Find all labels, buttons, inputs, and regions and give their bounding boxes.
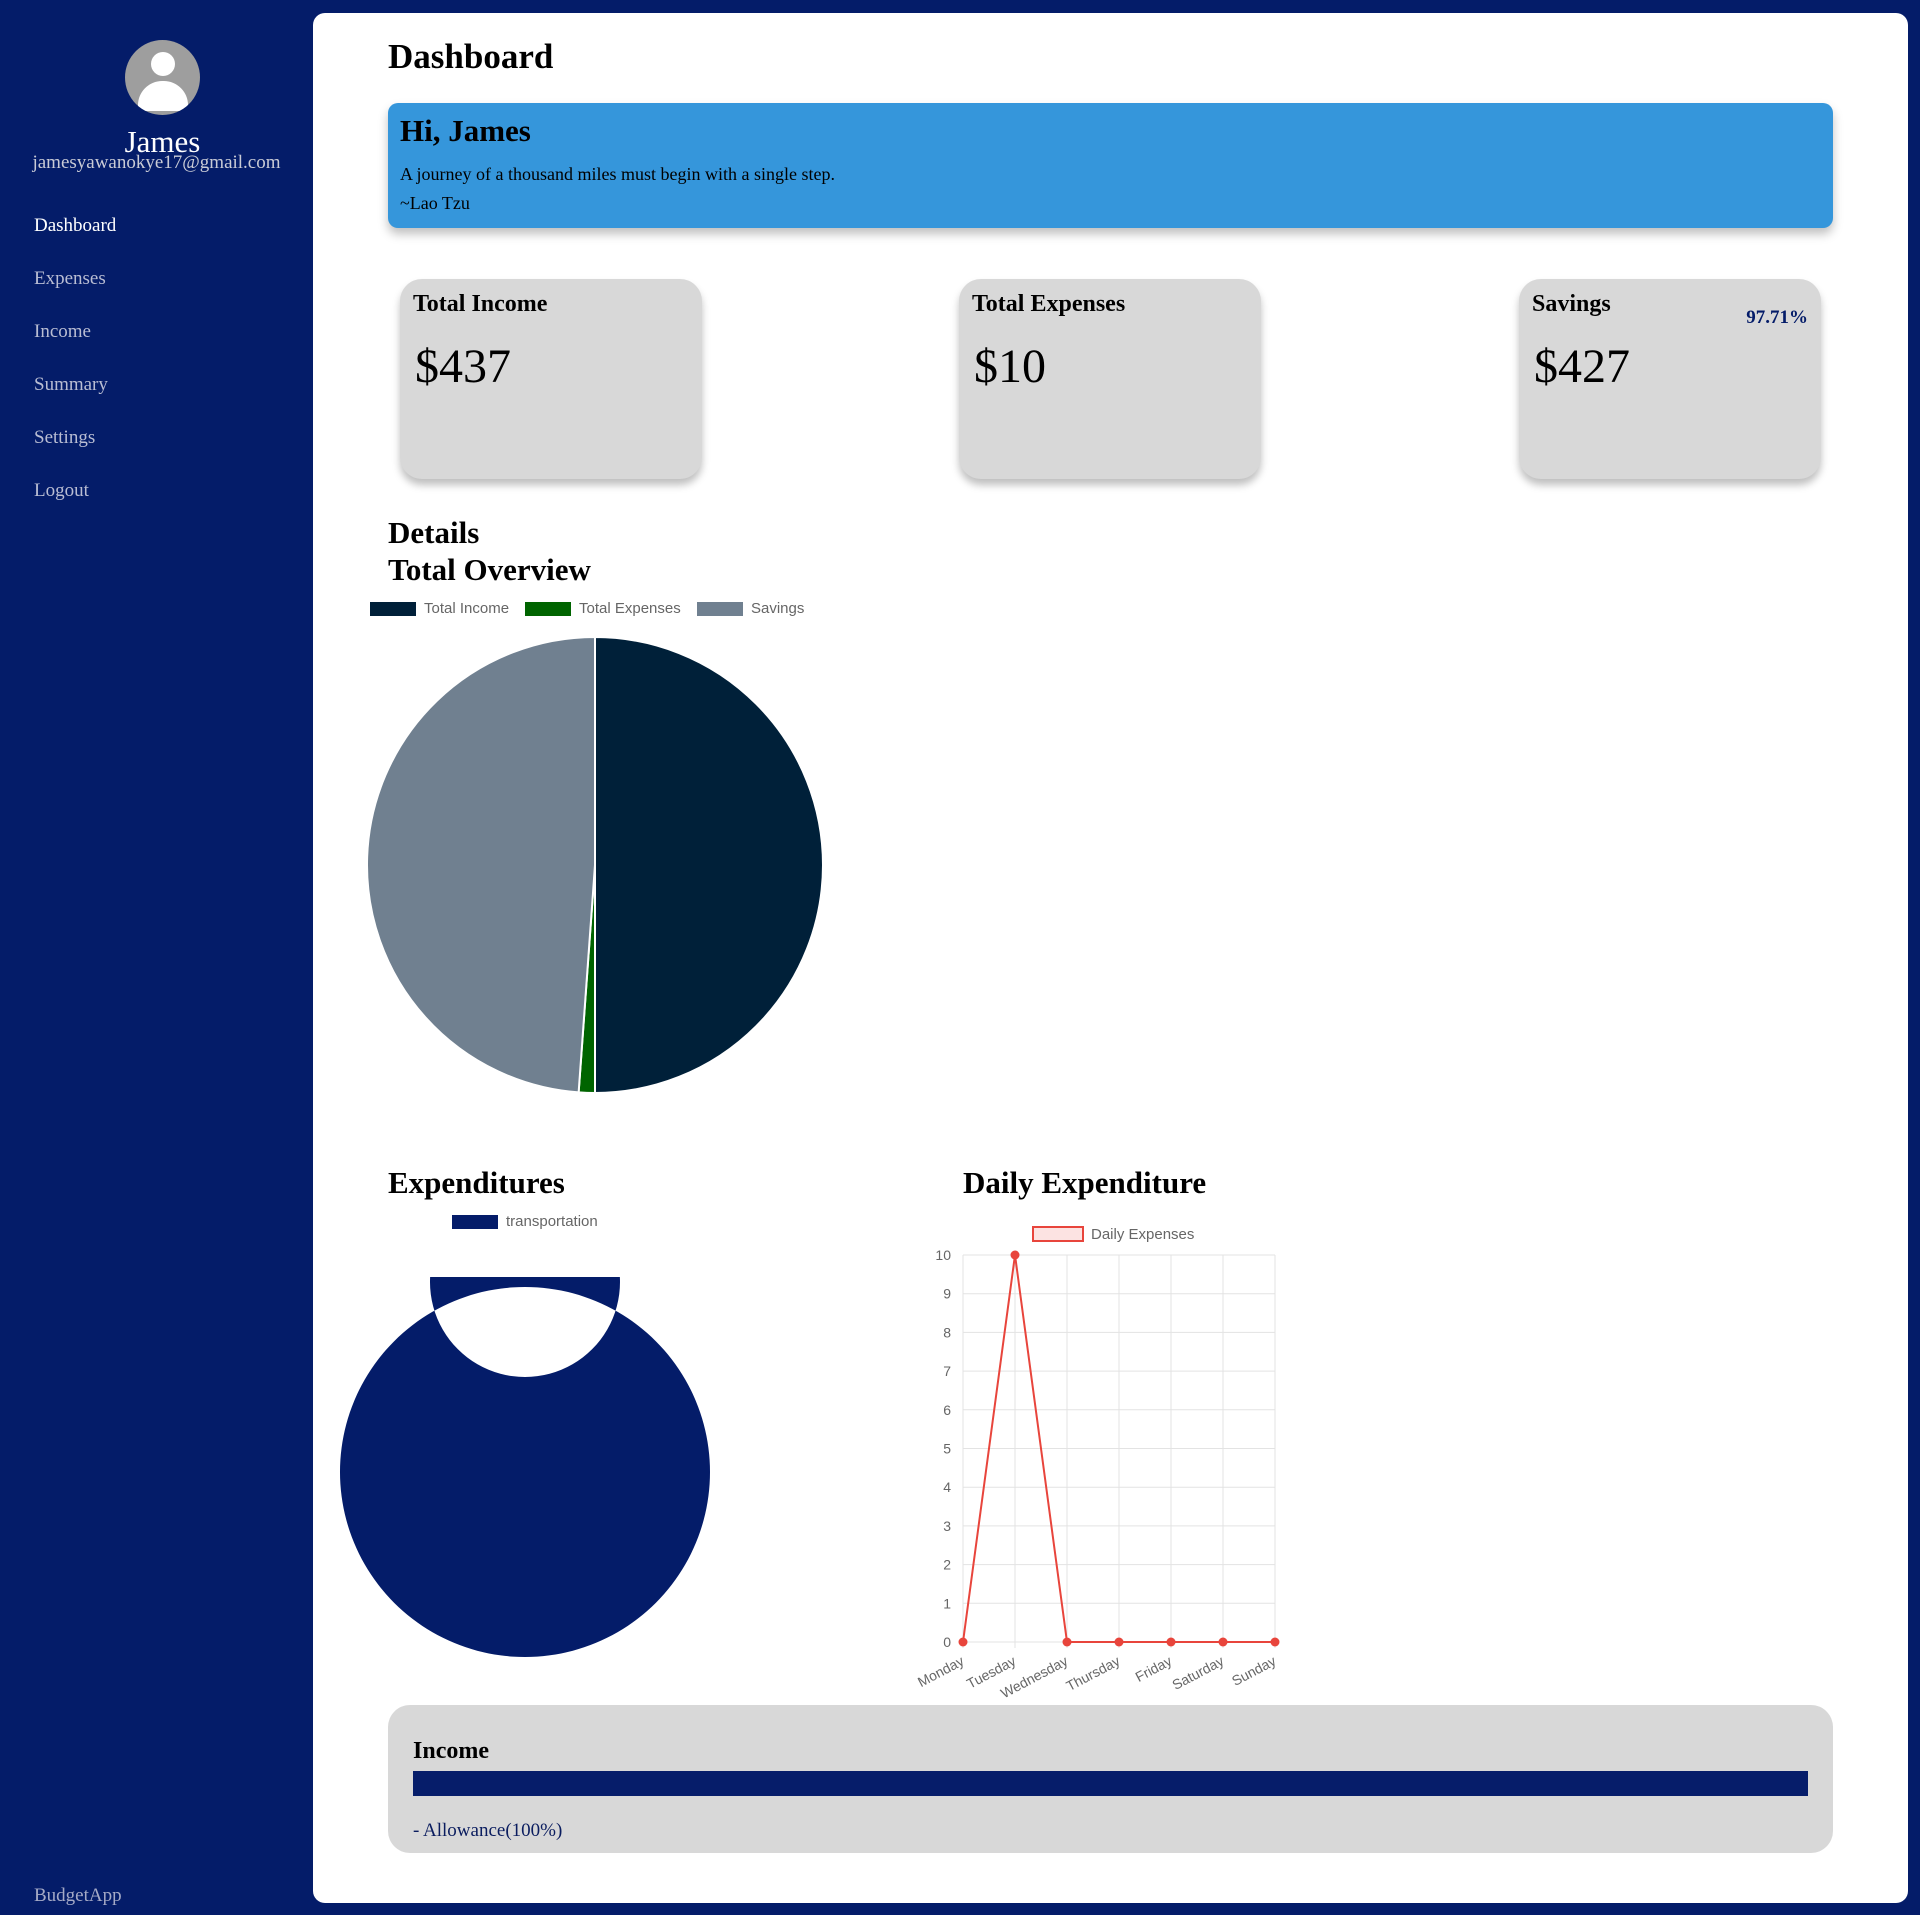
income-card: Income - Allowance(100%) xyxy=(388,1705,1833,1853)
main-panel: Dashboard Hi, James A journey of a thous… xyxy=(313,13,1908,1903)
x-tick-label: Friday xyxy=(1133,1653,1175,1685)
y-tick-label: 8 xyxy=(943,1324,951,1340)
greeting-banner: Hi, James A journey of a thousand miles … xyxy=(388,103,1833,228)
nav-expenses[interactable]: Expenses xyxy=(34,265,116,318)
stat-label: Savings xyxy=(1532,291,1611,317)
x-tick-label: Saturday xyxy=(1169,1653,1226,1693)
savings-card: Savings 97.71% $427 xyxy=(1519,279,1821,479)
pie-slice-total-income[interactable] xyxy=(594,635,824,1095)
legend-swatch xyxy=(525,602,571,617)
data-point[interactable] xyxy=(1270,1637,1280,1647)
income-progress-bar xyxy=(413,1771,1808,1796)
total-expenses-card: Total Expenses $10 xyxy=(959,279,1261,479)
y-tick-label: 1 xyxy=(943,1595,951,1611)
data-point[interactable] xyxy=(1062,1637,1072,1647)
nav-summary[interactable]: Summary xyxy=(34,371,116,424)
quote-text: A journey of a thousand miles must begin… xyxy=(400,164,835,184)
user-email: jamesyawanokye17@gmail.com xyxy=(32,152,281,173)
stat-value: $10 xyxy=(974,340,1046,393)
data-point[interactable] xyxy=(1218,1637,1228,1647)
quote-author: ~Lao Tzu xyxy=(400,193,470,213)
legend-item[interactable]: Total Expenses xyxy=(525,600,681,617)
savings-percent: 97.71% xyxy=(1746,307,1808,328)
stat-label: Total Income xyxy=(413,291,548,317)
legend-label: Daily Expenses xyxy=(1091,1226,1194,1243)
daily-expenditure-line-chart: Daily Expenses012345678910MondayTuesdayW… xyxy=(915,1226,1280,1701)
expenditures-title: Expenditures xyxy=(388,1165,565,1200)
details-title: Details xyxy=(388,515,480,550)
legend-swatch xyxy=(452,1215,498,1230)
avatar-icon xyxy=(125,40,200,115)
legend-item[interactable]: Savings xyxy=(697,600,804,617)
brand-name: BudgetApp xyxy=(34,1885,122,1906)
x-tick-label: Thursday xyxy=(1063,1653,1122,1695)
income-title: Income xyxy=(413,1738,489,1764)
nav-income[interactable]: Income xyxy=(34,318,116,371)
overview-legend: Total Income Total Expenses Savings xyxy=(370,600,830,620)
data-point[interactable] xyxy=(1166,1637,1176,1647)
nav-logout[interactable]: Logout xyxy=(34,477,116,530)
nav-settings[interactable]: Settings xyxy=(34,424,116,477)
expenditures-legend: transportation xyxy=(452,1213,652,1233)
legend-label: Total Expenses xyxy=(579,600,681,617)
y-tick-label: 9 xyxy=(943,1286,951,1302)
legend-label: Total Income xyxy=(424,600,510,617)
legend-label: Savings xyxy=(751,600,805,617)
total-income-card: Total Income $437 xyxy=(400,279,702,479)
pie-slice-savings[interactable] xyxy=(366,635,596,1094)
y-tick-label: 2 xyxy=(943,1557,951,1573)
y-tick-label: 4 xyxy=(943,1479,951,1495)
overview-title: Total Overview xyxy=(388,552,591,587)
expenditures-donut-chart xyxy=(340,1277,710,1657)
sidebar: James jamesyawanokye17@gmail.com Dashboa… xyxy=(0,0,313,1915)
data-point[interactable] xyxy=(1010,1250,1020,1260)
y-tick-label: 7 xyxy=(943,1363,951,1379)
overview-pie-chart xyxy=(366,635,824,1095)
data-point[interactable] xyxy=(958,1637,968,1647)
legend-item[interactable]: Total Income xyxy=(370,600,509,617)
stat-value: $427 xyxy=(1534,340,1630,393)
nav-dashboard[interactable]: Dashboard xyxy=(34,212,116,265)
page-title: Dashboard xyxy=(388,37,554,76)
y-tick-label: 0 xyxy=(943,1634,951,1650)
daily-title: Daily Expenditure xyxy=(963,1165,1207,1200)
income-source-item: - Allowance(100%) xyxy=(413,1820,563,1841)
y-tick-label: 5 xyxy=(943,1441,951,1457)
y-tick-label: 3 xyxy=(943,1518,951,1534)
stat-value: $437 xyxy=(415,340,511,393)
legend-swatch xyxy=(697,602,743,617)
legend-item[interactable]: transportation xyxy=(452,1213,598,1230)
legend-swatch[interactable] xyxy=(1032,1226,1084,1242)
legend-swatch xyxy=(370,602,416,617)
stat-label: Total Expenses xyxy=(972,291,1126,317)
greeting-text: Hi, James xyxy=(400,113,531,148)
x-tick-label: Sunday xyxy=(1229,1653,1278,1689)
y-tick-label: 6 xyxy=(943,1402,951,1418)
data-point[interactable] xyxy=(1114,1637,1124,1647)
sidebar-nav: Dashboard Expenses Income Summary Settin… xyxy=(34,212,116,530)
legend-label: transportation xyxy=(506,1213,598,1230)
y-tick-label: 10 xyxy=(935,1247,951,1263)
x-tick-label: Monday xyxy=(915,1653,966,1691)
